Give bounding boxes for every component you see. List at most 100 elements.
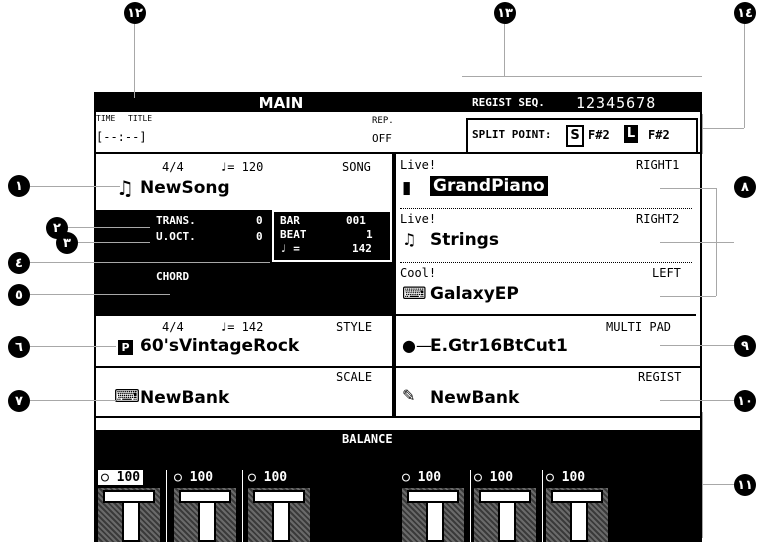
beat-label: BEAT <box>280 228 307 241</box>
uoct-value[interactable]: 0 <box>256 230 263 243</box>
voice-right1[interactable]: Live! RIGHT1 ▮ GrandPiano <box>396 154 696 208</box>
split-l-icon: L <box>624 125 638 143</box>
callout-leader <box>30 346 116 347</box>
voice-left[interactable]: Cool! LEFT ⌨ GalaxyEP <box>396 262 696 316</box>
callout-marker: ٣ <box>56 232 78 254</box>
fader-label: LEFT <box>418 545 448 559</box>
song-time-sig: 4/4 <box>162 160 184 174</box>
uoct-label: U.OCT. <box>156 230 196 243</box>
tempo-label: ♩ = <box>280 242 300 255</box>
time-value: [--:--] <box>96 130 147 144</box>
fader-song[interactable]: ○ 100 SONG <box>96 470 162 560</box>
scale-area[interactable]: SCALE ⌨ NewBank <box>96 368 392 414</box>
fader-value: ○ 100 <box>174 470 214 485</box>
fader-knob[interactable] <box>103 490 155 503</box>
callout-marker: ١٠ <box>734 390 756 412</box>
transpose-area: TRANS. 0 U.OCT. 0 BAR 001 BEAT 1 ♩ = 142 <box>96 210 392 268</box>
fader-stem <box>426 503 444 542</box>
split-point[interactable]: SPLIT POINT: S F#2 L F#2 <box>466 118 698 154</box>
tempo-value: 142 <box>352 242 372 255</box>
fader-label: SONG <box>114 545 144 559</box>
fader-track <box>98 488 160 542</box>
voice-right2[interactable]: Live! RIGHT2 ♫ Strings <box>396 208 696 262</box>
regist-seq[interactable]: REGIST SEQ. 12345678 <box>466 94 696 112</box>
fader-left[interactable]: ○ 100 LEFT <box>400 470 466 560</box>
callout-leader <box>30 186 120 187</box>
voice-left-category: Cool! <box>400 266 437 280</box>
multipad-label: MULTI PAD <box>606 320 672 334</box>
fader-knob[interactable] <box>551 490 603 503</box>
callout-marker: ١ <box>8 175 30 197</box>
callout-leader <box>660 188 716 189</box>
callout-leader <box>462 76 702 77</box>
fader-mpad[interactable]: ○ 100 M.PAD <box>246 470 312 560</box>
strings-icon: ♫ <box>402 230 417 249</box>
fader-label: RIGHT1 <box>483 545 527 559</box>
fader-label: STYLE <box>186 545 224 559</box>
callout-leader <box>30 400 116 401</box>
fader-divider <box>242 470 243 560</box>
multipad-name: E.Gtr16BtCut1 <box>430 336 568 356</box>
callout-marker: ٧ <box>8 390 30 412</box>
fader-stem <box>272 503 290 542</box>
style-name: 60'sVintageRock <box>140 336 300 356</box>
rep-label: REP. <box>372 116 394 126</box>
fader-divider <box>542 470 543 560</box>
callout-marker: ١٢ <box>124 2 146 24</box>
callout-leader <box>660 345 734 346</box>
fader-divider <box>470 470 471 560</box>
fader-knob[interactable] <box>253 490 305 503</box>
page-title: MAIN <box>258 94 304 112</box>
callout-leader <box>660 242 716 243</box>
style-area[interactable]: 4/4 ♩= 142 STYLE P 60'sVintageRock <box>96 316 392 366</box>
regist-seq-value: 12345678 <box>576 94 657 112</box>
regist-label: REGIST <box>638 370 682 384</box>
style-label: STYLE <box>336 320 373 334</box>
fader-value: ○ 100 <box>402 470 442 485</box>
chord-label: CHORD <box>156 270 190 283</box>
split-s-icon: S <box>566 125 584 147</box>
fader-right2[interactable]: ○ 100 RIGHT2 <box>544 470 610 560</box>
fader-knob[interactable] <box>479 490 531 503</box>
scale-label: SCALE <box>336 370 373 384</box>
callout-marker: ٨ <box>734 176 756 198</box>
song-label: SONG <box>342 160 371 174</box>
multipad-area[interactable]: MULTI PAD ●— E.Gtr16BtCut1 <box>396 316 696 366</box>
bar-label: BAR <box>280 214 300 227</box>
regist-area[interactable]: REGIST ✎ NewBank <box>396 368 696 414</box>
trans-value[interactable]: 0 <box>256 214 263 227</box>
voice-right2-part: RIGHT2 <box>636 212 680 226</box>
regist-bank-icon: ✎ <box>402 386 416 405</box>
fader-divider <box>166 470 167 560</box>
main-display: MAIN REGIST SEQ. 12345678 TIME TITLE [--… <box>94 92 702 560</box>
bar-value: 001 <box>346 214 366 227</box>
callout-marker: ٩ <box>734 335 756 357</box>
fader-stem <box>570 503 588 542</box>
regist-seq-label: REGIST SEQ. <box>472 96 545 109</box>
fader-style[interactable]: ○ 100 STYLE <box>172 470 238 560</box>
beat-value: 1 <box>366 228 373 241</box>
chord-area: CHORD <box>96 268 392 314</box>
song-area[interactable]: 4/4 ♩= 120 SONG ♫ NewSong <box>96 154 392 210</box>
fader-label: M.PAD <box>260 545 298 559</box>
callout-marker: ٦ <box>8 336 30 358</box>
fader-stem <box>122 503 140 542</box>
fader-right1[interactable]: ○ 100 RIGHT1 <box>472 470 538 560</box>
balance-area: BALANCE ○ 100 SONG ○ 100 STYLE ○ 100 M.PAD ○ 1… <box>96 430 700 560</box>
fader-knob[interactable] <box>179 490 231 503</box>
fader-knob[interactable] <box>407 490 459 503</box>
rep-value[interactable]: OFF <box>372 132 392 145</box>
scale-keyboard-icon: ⌨ <box>114 386 140 407</box>
callout-marker: ٥ <box>8 284 30 306</box>
callout-leader <box>702 114 703 154</box>
voice-right2-category: Live! <box>400 212 437 226</box>
fader-value: ○ 100 <box>474 470 514 485</box>
style-icon: P <box>118 340 133 355</box>
callout-leader <box>660 400 734 401</box>
split-s-value: F#2 <box>588 128 610 142</box>
split-l-value: F#2 <box>648 128 670 142</box>
voice-right1-part: RIGHT1 <box>636 158 680 172</box>
fader-stem <box>198 503 216 542</box>
callout-leader <box>30 262 270 263</box>
style-tempo: ♩= 142 <box>220 320 264 334</box>
